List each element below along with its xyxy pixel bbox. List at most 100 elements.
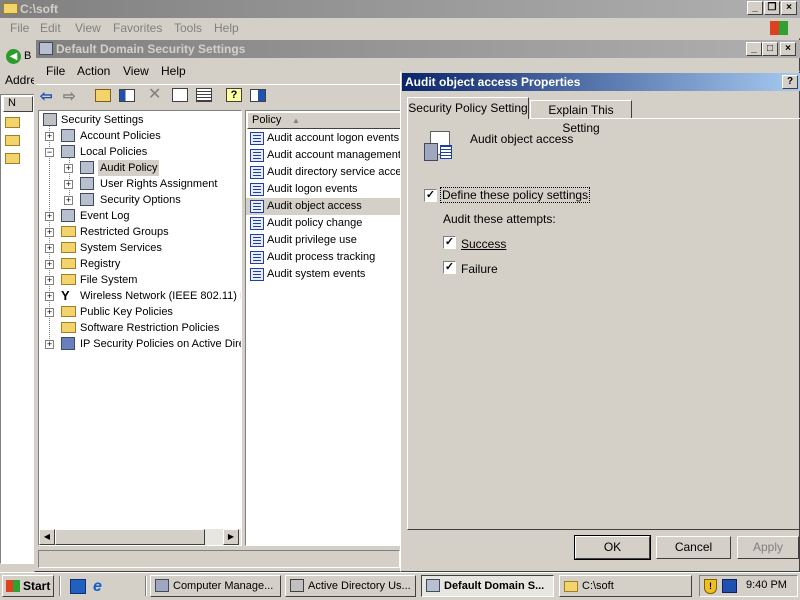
tree-item-software-restriction[interactable]: Software Restriction Policies (39, 320, 239, 336)
scroll-left-button[interactable]: ◀ (39, 529, 55, 545)
policy-folder-icon (61, 209, 75, 222)
list-item[interactable]: Audit directory service access (246, 164, 405, 181)
explorer-menu-help[interactable]: Help (214, 18, 239, 38)
expand-icon[interactable]: + (64, 164, 73, 173)
failure-checkbox[interactable]: ✓ (443, 261, 456, 274)
mmc-menu-view[interactable]: View (123, 61, 149, 81)
tree-item-event-log[interactable]: + Event Log (39, 208, 239, 224)
expand-icon[interactable]: + (45, 308, 54, 317)
tree-item-registry[interactable]: + Registry (39, 256, 239, 272)
expand-icon[interactable]: + (45, 260, 54, 269)
list-item[interactable]: Audit process tracking (246, 249, 404, 266)
expand-icon[interactable]: + (45, 244, 54, 253)
tree-item-wireless-network[interactable]: + Y Wireless Network (IEEE 802.11) P (39, 288, 241, 304)
tree-item-user-rights[interactable]: + User Rights Assignment (39, 176, 239, 192)
list-item[interactable]: Audit privilege use (246, 232, 404, 249)
mmc-titlebar[interactable]: Default Domain Security Settings _ □ × (36, 40, 800, 58)
delete-icon[interactable]: ✕ (148, 87, 164, 103)
dialog-titlebar[interactable]: Audit object access Properties ? (402, 73, 800, 91)
start-button[interactable]: Start (2, 575, 54, 597)
expand-icon[interactable]: + (45, 228, 54, 237)
clock[interactable]: 9:40 PM (746, 579, 787, 591)
task-active-directory[interactable]: Active Directory Us... (285, 575, 416, 597)
show-hide-tree-icon[interactable] (119, 89, 135, 102)
list-item-label: Audit directory service access (267, 166, 405, 178)
close-button[interactable]: × (780, 42, 796, 56)
column-header-fragment[interactable]: N (3, 96, 33, 112)
explorer-titlebar[interactable]: C:\soft _ ❐ × (0, 0, 800, 18)
security-shield-icon[interactable]: ! (704, 579, 717, 594)
list-item[interactable]: Audit account management (246, 147, 404, 164)
restore-button[interactable]: ❐ (764, 1, 780, 15)
tree-item-security-options[interactable]: + Security Options (39, 192, 239, 208)
tree-item-local-policies[interactable]: − Local Policies (39, 144, 239, 160)
task-explorer-soft[interactable]: C:\soft (559, 575, 692, 597)
policy-folder-icon (80, 193, 94, 206)
explorer-menu-tools[interactable]: Tools (174, 18, 202, 38)
define-policy-checkbox[interactable]: ✓ (424, 189, 437, 202)
list-item[interactable]: Audit policy change (246, 215, 404, 232)
minimize-button[interactable]: _ (746, 42, 762, 56)
list-item-selected[interactable]: Audit object access (246, 198, 404, 215)
mmc-menu-help[interactable]: Help (161, 61, 186, 81)
export-list-icon[interactable] (196, 88, 212, 102)
back-arrow-icon[interactable]: ⇦ (40, 87, 56, 105)
action-pane-icon[interactable] (250, 89, 266, 102)
tab-explain-this-setting[interactable]: Explain This Setting (530, 100, 632, 135)
tab-security-policy-setting[interactable]: Security Policy Setting (407, 97, 529, 119)
expand-icon[interactable]: + (45, 212, 54, 221)
explorer-menu-edit[interactable]: Edit (40, 18, 61, 38)
show-desktop-icon[interactable] (70, 579, 86, 594)
policy-column-header[interactable]: Policy ▲ (247, 112, 404, 129)
button-label: OK (603, 540, 622, 554)
expand-icon[interactable]: + (45, 132, 54, 141)
up-folder-icon[interactable] (95, 89, 111, 102)
tree-item-audit-policy[interactable]: + Audit Policy (39, 160, 239, 176)
expand-icon[interactable]: + (45, 340, 54, 349)
internet-explorer-icon[interactable]: e (93, 578, 110, 595)
audit-policy-icon (250, 233, 264, 247)
explorer-menu-file[interactable]: File (10, 18, 29, 38)
list-item[interactable]: Audit logon events (246, 181, 404, 198)
properties-icon[interactable] (172, 88, 188, 102)
explorer-back-button[interactable]: ◀ B (2, 46, 36, 68)
minimize-button[interactable]: _ (747, 1, 763, 15)
expand-icon[interactable]: + (45, 292, 54, 301)
expand-icon[interactable]: + (45, 276, 54, 285)
list-item[interactable]: Audit account logon events (246, 130, 404, 147)
cancel-button[interactable]: Cancel (656, 536, 731, 559)
failure-label[interactable]: Failure (461, 262, 498, 276)
scroll-right-button[interactable]: ▶ (223, 529, 239, 545)
apply-button[interactable]: Apply (737, 536, 799, 559)
ok-button[interactable]: OK (574, 535, 651, 560)
tree-item-file-system[interactable]: + File System (39, 272, 239, 288)
tree-item-system-services[interactable]: + System Services (39, 240, 239, 256)
tree-item-ip-security[interactable]: + IP Security Policies on Active Dire (39, 336, 241, 352)
task-computer-management[interactable]: Computer Manage... (150, 575, 281, 597)
tree-item-public-key-policies[interactable]: + Public Key Policies (39, 304, 239, 320)
help-icon[interactable]: ? (226, 88, 242, 102)
task-default-domain[interactable]: Default Domain S... (421, 575, 554, 597)
explorer-menu-view[interactable]: View (75, 18, 101, 38)
folder-icon (5, 117, 20, 128)
expand-icon[interactable]: + (64, 180, 73, 189)
forward-arrow-icon[interactable]: ⇨ (63, 87, 79, 105)
list-item[interactable]: Audit system events (246, 266, 404, 283)
success-checkbox[interactable]: ✓ (443, 236, 456, 249)
mmc-menu-file[interactable]: File (46, 61, 65, 81)
collapse-icon[interactable]: − (45, 148, 54, 157)
close-button[interactable]: × (781, 1, 797, 15)
define-policy-label[interactable]: Define these policy settings (439, 187, 591, 203)
mmc-menu-action[interactable]: Action (77, 61, 110, 81)
tree-item-restricted-groups[interactable]: + Restricted Groups (39, 224, 239, 240)
network-icon[interactable] (722, 579, 737, 593)
tree-horizontal-scrollbar[interactable]: ◀ ▶ (39, 529, 241, 545)
explorer-menu-favorites[interactable]: Favorites (113, 18, 162, 38)
expand-icon[interactable]: + (64, 196, 73, 205)
maximize-button[interactable]: □ (762, 42, 778, 56)
success-label[interactable]: Success (461, 237, 506, 251)
help-button[interactable]: ? (782, 75, 798, 89)
scroll-thumb[interactable] (55, 529, 205, 545)
tree-item-security-settings[interactable]: Security Settings (39, 112, 239, 128)
tree-item-account-policies[interactable]: + Account Policies (39, 128, 239, 144)
